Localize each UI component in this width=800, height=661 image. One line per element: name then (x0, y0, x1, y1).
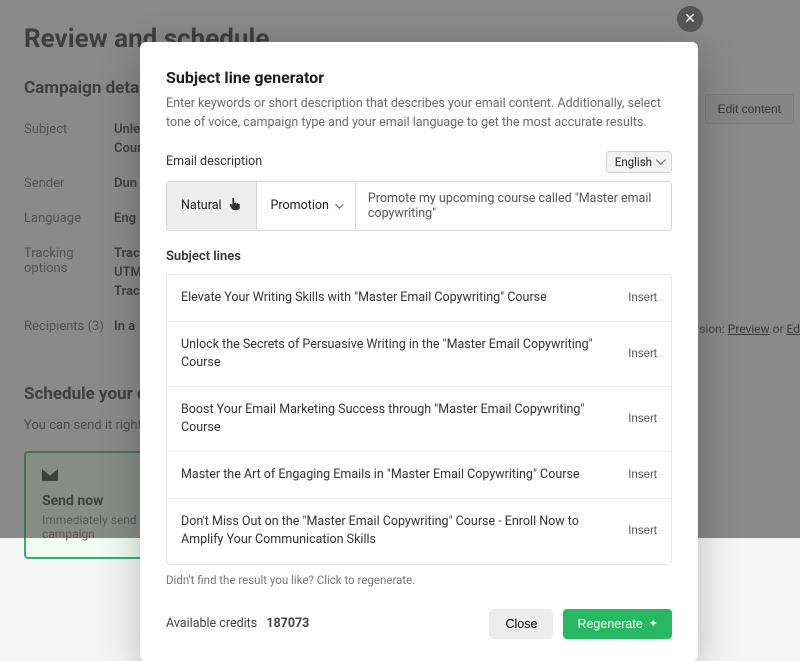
subject-line-item: Boost Your Email Marketing Success throu… (167, 387, 671, 452)
sparkle-icon: ✦ (649, 617, 658, 630)
chevron-down-icon (335, 200, 343, 208)
regenerate-button[interactable]: Regenerate ✦ (563, 609, 672, 639)
description-bar: Natural Promotion Promote my upcoming co… (166, 181, 672, 231)
modal-helper-text: Enter keywords or short description that… (166, 95, 672, 133)
regenerate-hint: Didn't find the result you like? Click t… (166, 573, 672, 587)
subject-generator-modal: ✕ Subject line generator Enter keywords … (140, 42, 698, 661)
tone-selector[interactable]: Natural (167, 182, 257, 230)
subject-lines-list: Elevate Your Writing Skills with "Master… (166, 274, 672, 565)
close-button[interactable]: Close (489, 609, 553, 639)
type-selector[interactable]: Promotion (257, 182, 356, 230)
tone-value: Natural (181, 198, 222, 213)
insert-button[interactable]: Insert (628, 525, 657, 537)
email-desc-label: Email description (166, 154, 262, 169)
credits-label: Available credits (166, 616, 257, 631)
modal-footer: Available credits 187073 Close Regenerat… (166, 609, 672, 639)
subject-line-item: Unlock the Secrets of Persuasive Writing… (167, 322, 671, 387)
chevron-down-icon (656, 155, 666, 165)
close-icon[interactable]: ✕ (677, 6, 703, 32)
subject-line-text: Unlock the Secrets of Persuasive Writing… (181, 336, 612, 372)
language-selector[interactable]: English (606, 151, 672, 173)
insert-button[interactable]: Insert (628, 413, 657, 425)
description-text: Promote my upcoming course called "Maste… (368, 191, 659, 221)
subject-line-text: Elevate Your Writing Skills with "Master… (181, 289, 612, 307)
cursor-hand-icon (228, 197, 242, 215)
subject-line-text: Master the Art of Engaging Emails in "Ma… (181, 466, 612, 484)
subject-line-text: Don't Miss Out on the "Master Email Copy… (181, 513, 612, 549)
subject-line-text: Boost Your Email Marketing Success throu… (181, 401, 612, 437)
insert-button[interactable]: Insert (628, 292, 657, 304)
footer-buttons: Close Regenerate ✦ (489, 609, 672, 639)
subject-line-item: Master the Art of Engaging Emails in "Ma… (167, 452, 671, 499)
subject-line-item: Don't Miss Out on the "Master Email Copy… (167, 499, 671, 563)
type-value: Promotion (271, 198, 329, 213)
available-credits: Available credits 187073 (166, 616, 309, 631)
insert-button[interactable]: Insert (628, 348, 657, 360)
subject-line-item: Elevate Your Writing Skills with "Master… (167, 275, 671, 322)
language-value: English (615, 155, 652, 169)
email-desc-header: Email description English (166, 151, 672, 173)
description-input[interactable]: Promote my upcoming course called "Maste… (356, 182, 671, 230)
regenerate-label: Regenerate (577, 617, 642, 631)
insert-button[interactable]: Insert (628, 469, 657, 481)
subject-lines-label: Subject lines (166, 249, 672, 264)
credits-value: 187073 (266, 616, 309, 631)
modal-title: Subject line generator (166, 68, 672, 87)
